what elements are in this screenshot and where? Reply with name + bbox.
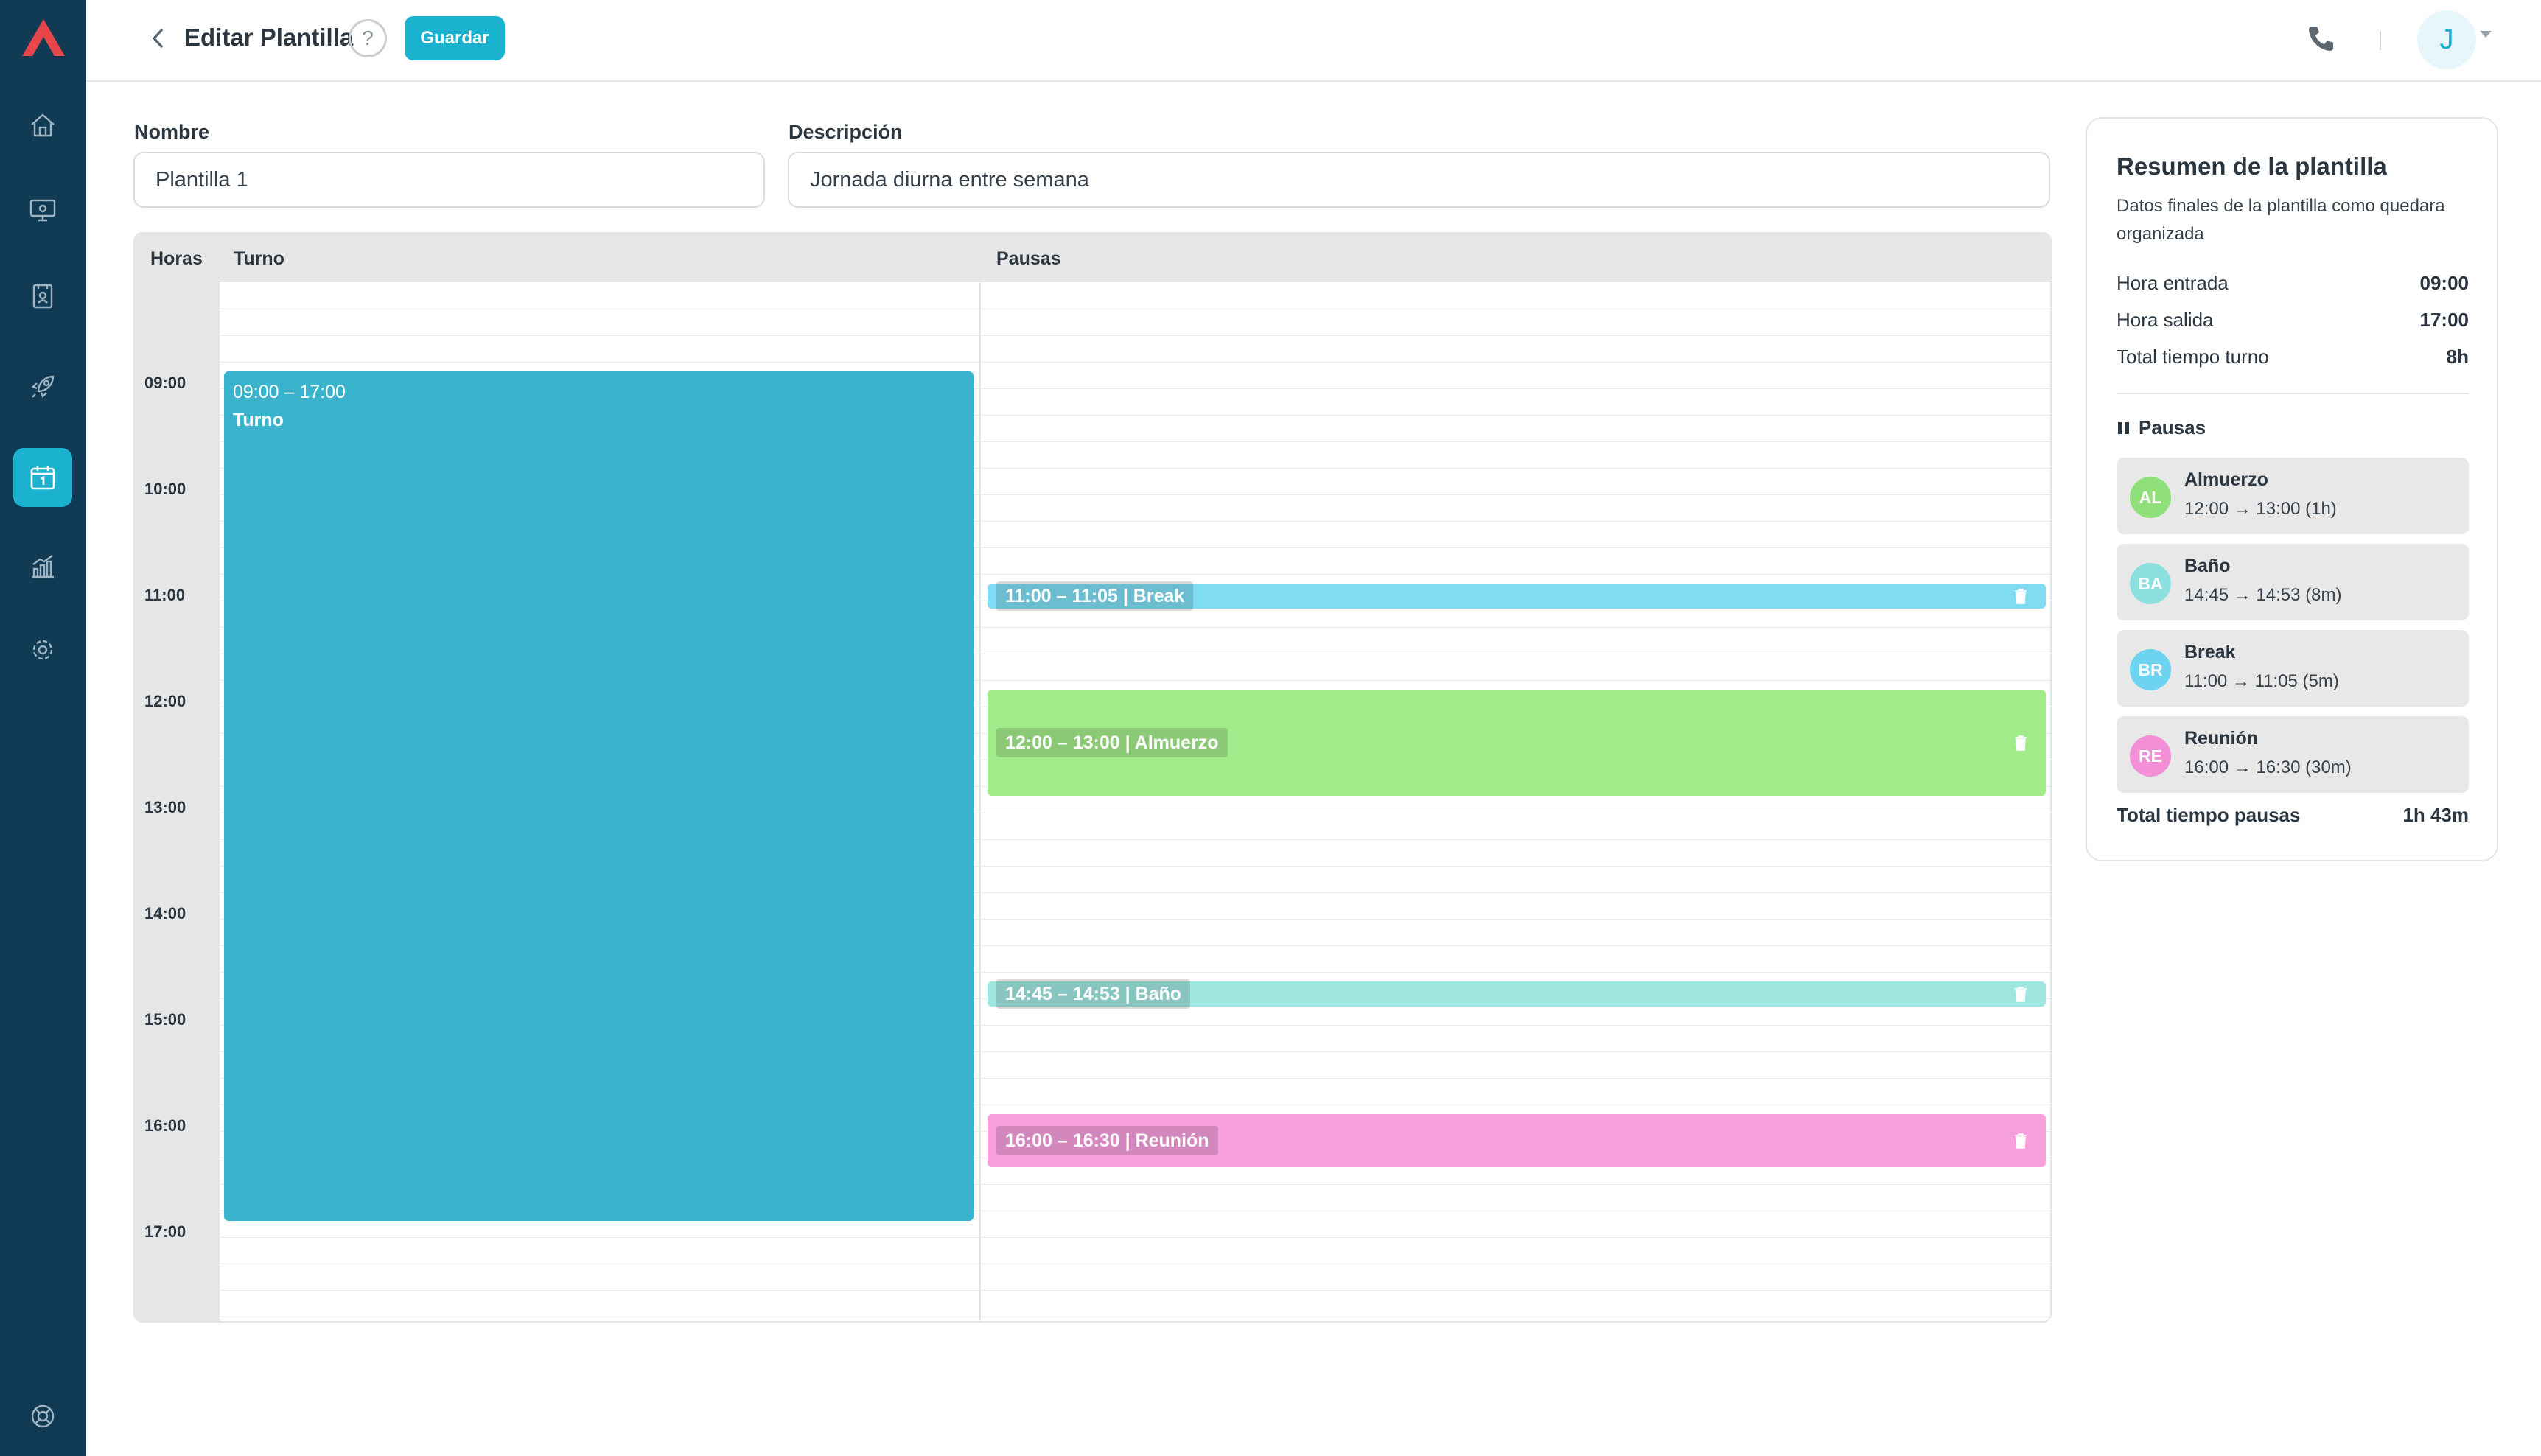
pause-time: 12:00 → 13:00 (1h): [2184, 499, 2337, 519]
pause-time: 14:45 → 14:53 (8m): [2184, 585, 2342, 605]
header-pauses: Pausas: [996, 248, 1061, 269]
chart-icon: [32, 555, 54, 578]
summary-total-label: Total tiempo pausas: [2117, 804, 2301, 826]
sidebar-item-home[interactable]: [13, 96, 72, 155]
pause-avatar: BR: [2130, 649, 2171, 690]
hour-label: 12:00: [144, 692, 186, 710]
hour-label: 13:00: [144, 798, 186, 816]
summary-value: 17:00: [2419, 309, 2470, 331]
lifebuoy-icon: [31, 1404, 55, 1428]
pause-label: 16:00 – 16:30 | Reunión: [996, 1126, 1218, 1155]
pauses-heading-label: Pausas: [2139, 416, 2206, 438]
pause-name: Baño: [2184, 556, 2231, 576]
chevron-left-icon: [152, 28, 164, 49]
hour-label: 10:00: [144, 480, 186, 498]
description-label: Descripción: [789, 121, 903, 143]
summary-title: Resumen de la plantilla: [2117, 153, 2387, 180]
pause-summary-card[interactable]: BR Break 11:00 → 11:05 (5m): [2117, 630, 2469, 707]
trash-icon[interactable]: [2013, 588, 2028, 604]
sidebar-item-schedule[interactable]: [13, 448, 72, 507]
sidebar-item-campaigns[interactable]: [13, 357, 72, 416]
pause-summary-card[interactable]: AL Almuerzo 12:00 → 13:00 (1h): [2117, 458, 2469, 534]
row-gridline: [218, 1237, 2050, 1238]
save-button[interactable]: Guardar: [405, 16, 505, 60]
sidebar-item-monitor[interactable]: [13, 181, 72, 239]
pause-summary-card[interactable]: RE Reunión 16:00 → 16:30 (30m): [2117, 716, 2469, 793]
pause-name: Reunión: [2184, 728, 2258, 749]
pause-name: Break: [2184, 642, 2236, 662]
pause-block-meeting[interactable]: 16:00 – 16:30 | Reunión: [988, 1114, 2046, 1167]
summary-key: Hora salida: [2117, 309, 2214, 331]
shift-block[interactable]: 09:00 – 17:00 Turno: [224, 371, 974, 1221]
template-summary-panel: Resumen de la plantilla Datos finales de…: [2086, 117, 2498, 861]
pause-time: 11:00 → 11:05 (5m): [2184, 671, 2339, 691]
name-input[interactable]: Plantilla 1: [133, 152, 765, 208]
sidebar-item-settings[interactable]: [13, 620, 72, 679]
row-gridline: [218, 362, 2050, 363]
top-header: Editar Plantilla ? Guardar J: [86, 0, 2541, 82]
gear-icon: [32, 640, 53, 660]
phone-button[interactable]: [2304, 22, 2337, 55]
contacts-book-icon: [32, 284, 53, 309]
pause-label: 12:00 – 13:00 | Almuerzo: [996, 728, 1228, 757]
name-label: Nombre: [134, 121, 210, 143]
calendar-icon: [30, 466, 55, 490]
pause-summary-card[interactable]: BA Baño 14:45 → 14:53 (8m): [2117, 544, 2469, 620]
home-icon: [31, 113, 55, 137]
hour-label: 11:00: [144, 586, 186, 604]
pause-avatar: AL: [2130, 477, 2171, 518]
sidebar-item-reports[interactable]: [13, 536, 72, 595]
row-gridline: [218, 1290, 2050, 1291]
grid-header: Horas Turno Pausas: [135, 234, 2050, 282]
monitor-icon: [29, 199, 56, 222]
sidebar-item-support[interactable]: [13, 1387, 72, 1446]
shift-time: 09:00 – 17:00: [233, 382, 346, 402]
hour-label: 16:00: [144, 1116, 186, 1135]
pause-time: 16:00 → 16:30 (30m): [2184, 757, 2352, 777]
summary-divider: [2117, 393, 2469, 394]
summary-key: Total tiempo turno: [2117, 346, 2269, 368]
pauses-heading: Pausas: [2117, 416, 2206, 439]
back-button[interactable]: [142, 22, 175, 55]
pause-icon: [2118, 421, 2129, 434]
header-shift: Turno: [234, 248, 284, 269]
header-divider: [2380, 31, 2381, 50]
sidebar-item-contacts[interactable]: [13, 267, 72, 326]
rocket-icon: [31, 375, 55, 399]
trash-icon[interactable]: [2013, 735, 2028, 751]
summary-value: 09:00: [2419, 272, 2470, 294]
pause-name: Almuerzo: [2184, 469, 2268, 490]
description-input[interactable]: Jornada diurna entre semana: [788, 152, 2050, 208]
summary-value: 8h: [2446, 346, 2469, 368]
user-avatar[interactable]: J: [2417, 10, 2476, 69]
chevron-down-icon[interactable]: [2480, 31, 2492, 38]
help-button[interactable]: ?: [349, 19, 387, 57]
trash-icon[interactable]: [2013, 1133, 2028, 1149]
header-hours: Horas: [150, 248, 203, 269]
trash-icon[interactable]: [2013, 986, 2028, 1002]
pause-block-bathroom[interactable]: 14:45 – 14:53 | Baño: [988, 979, 2046, 1009]
hour-label: 09:00: [144, 374, 186, 392]
summary-key: Hora entrada: [2117, 272, 2229, 294]
hour-label: 17:00: [144, 1222, 186, 1241]
pause-block-break[interactable]: 11:00 – 11:05 | Break: [988, 581, 2046, 611]
shift-label: Turno: [233, 410, 284, 430]
hour-label: 14:00: [144, 904, 186, 923]
pause-label: 14:45 – 14:53 | Baño: [996, 979, 1191, 1009]
summary-total: Total tiempo pausas 1h 43m: [2117, 804, 2469, 827]
pause-label: 11:00 – 11:05 | Break: [996, 581, 1194, 611]
pause-avatar: RE: [2130, 735, 2171, 777]
summary-total-value: 1h 43m: [2402, 804, 2469, 826]
pause-avatar: BA: [2130, 563, 2171, 604]
page-title: Editar Plantilla: [184, 24, 354, 51]
summary-subtitle: Datos finales de la plantilla como queda…: [2117, 196, 2445, 244]
sidebar: [0, 0, 86, 1456]
hour-label: 15:00: [144, 1010, 186, 1029]
pause-block-lunch[interactable]: 12:00 – 13:00 | Almuerzo: [988, 690, 2046, 796]
row-gridline: [218, 335, 2050, 336]
phone-icon: [2309, 27, 2333, 51]
template-schedule-grid: Horas Turno Pausas 09:00 10:00 11:00 12:…: [133, 232, 2052, 1323]
app-logo[interactable]: [21, 18, 66, 57]
